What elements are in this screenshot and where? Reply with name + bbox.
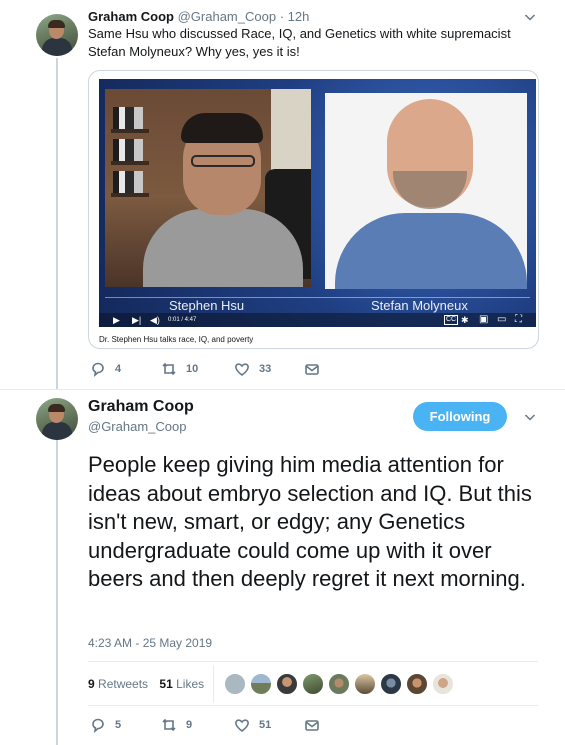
dm-button[interactable] [304,717,320,733]
video-controls: ▶ ▶| ◀) 0:01 / 4:47 CC ✱ ▣ ▭ ⛶ [99,313,536,327]
retweet-icon [162,718,176,732]
avatar[interactable] [276,673,298,695]
tweet-timestamp[interactable]: 4:23 AM - 25 May 2019 [88,636,212,650]
retweet-icon [162,362,176,376]
like-icon [235,363,249,377]
tweet-text: People keep giving him media attention f… [88,452,532,592]
miniplayer-icon[interactable]: ▣ [479,314,488,326]
avatar[interactable] [380,673,402,695]
following-button[interactable]: Following [413,402,507,431]
likes-count[interactable]: 51 [159,677,172,691]
retweets-count[interactable]: 9 [88,677,95,691]
stats-separator [213,665,214,703]
reply-button[interactable]: 5 [90,717,121,733]
like-button[interactable]: 51 [234,717,271,733]
avatar[interactable] [250,673,272,695]
likes-label[interactable]: Likes [176,677,204,691]
reply-icon [92,718,104,733]
avatar[interactable] [432,673,454,695]
stats-divider [88,661,538,662]
video-timecode: 0:01 / 4:47 [168,317,197,323]
avatar[interactable] [406,673,428,695]
retweets-label[interactable]: Retweets [98,677,148,691]
video-name-right: Stefan Molyneux [371,298,468,313]
dm-button[interactable] [304,361,320,377]
like-button[interactable]: 33 [234,361,271,377]
avatar[interactable] [302,673,324,695]
engagement-stats: 9 Retweets 51 Likes [88,677,204,691]
tweet-time[interactable]: · 12h [280,9,310,24]
stats-divider [88,705,538,706]
cc-icon[interactable]: CC [444,315,459,325]
card-caption[interactable]: Dr. Stephen Hsu talks race, IQ, and pove… [99,335,253,344]
avatar[interactable] [224,673,246,695]
avatar[interactable] [36,398,78,440]
tweet-header: Graham Coop @Graham_Coop · 12h [88,9,309,24]
like-icon [235,719,249,733]
thread-line [56,440,58,745]
chevron-down-icon[interactable] [524,411,536,423]
reply-icon [92,362,104,377]
fullscreen-icon[interactable]: ⛶ [515,314,522,326]
retweet-count: 9 [186,719,193,731]
author-handle[interactable]: @Graham_Coop [178,9,276,24]
reply-button[interactable]: 4 [90,361,121,377]
tweet-text: Same Hsu who discussed Race, IQ, and Gen… [88,26,511,59]
video-frame-left [105,89,311,287]
settings-icon[interactable]: ✱ [461,314,469,326]
like-count: 51 [259,719,272,731]
chevron-down-icon[interactable] [524,11,536,23]
tweet-divider [0,389,565,390]
video-name-left: Stephen Hsu [169,298,245,313]
author-name[interactable]: Graham Coop [88,398,194,416]
avatar[interactable] [36,14,78,56]
theater-icon[interactable]: ▭ [497,314,506,326]
retweet-button[interactable]: 9 [161,717,192,733]
author-name[interactable]: Graham Coop [88,9,174,24]
avatar[interactable] [354,673,376,695]
video-player[interactable]: Stephen Hsu Stefan Molyneux ▶ ▶| ◀) 0:01… [99,79,536,327]
tweet-actions: 5 9 51 [88,717,388,737]
avatar[interactable] [328,673,350,695]
volume-icon[interactable]: ◀) [150,314,160,326]
retweet-button[interactable]: 10 [161,361,198,377]
media-card[interactable]: Stephen Hsu Stefan Molyneux ▶ ▶| ◀) 0:01… [88,70,539,349]
like-count: 33 [259,363,272,375]
dm-icon [305,364,319,375]
play-icon[interactable]: ▶ [113,314,120,326]
dm-icon [305,720,319,731]
thread-line [56,58,58,390]
video-frame-right [325,93,527,289]
reply-count: 4 [115,363,122,375]
next-icon[interactable]: ▶| [132,314,141,326]
author-handle[interactable]: @Graham_Coop [88,419,186,434]
tweet-actions: 4 10 33 [88,361,388,381]
retweet-count: 10 [186,363,199,375]
reply-count: 5 [115,719,122,731]
